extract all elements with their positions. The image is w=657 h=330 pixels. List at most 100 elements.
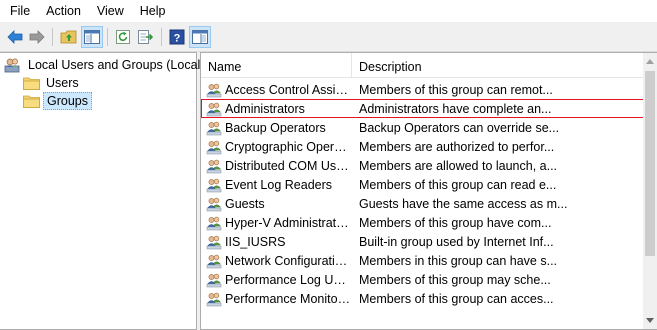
export-list-icon: [138, 30, 153, 44]
cell-name: Administrators: [201, 101, 352, 117]
table-row[interactable]: Administrators Administrators have comple…: [201, 99, 644, 118]
help-button[interactable]: ?: [166, 26, 188, 48]
group-icon: [206, 102, 222, 116]
toolbar: ?: [0, 22, 657, 52]
group-icon: [206, 254, 222, 268]
table-row[interactable]: Network Configuratio... Members in this g…: [201, 251, 644, 270]
table-row[interactable]: Guests Guests have the same access as m..…: [201, 194, 644, 213]
group-name: Cryptographic Operat...: [225, 139, 352, 154]
scroll-up-arrow[interactable]: [643, 53, 657, 70]
table-row[interactable]: Performance Log Users Members of this gro…: [201, 270, 644, 289]
export-list-button[interactable]: [134, 26, 156, 48]
cell-name: Event Log Readers: [201, 177, 352, 193]
table-row[interactable]: Distributed COM Users Members are allowed…: [201, 156, 644, 175]
table-row[interactable]: Access Control Assist... Members of this …: [201, 80, 644, 99]
table-row[interactable]: Hyper-V Administrators Members of this gr…: [201, 213, 644, 232]
cell-name: Backup Operators: [201, 120, 352, 136]
column-header-name[interactable]: Name: [201, 53, 352, 78]
list-header: Name Description: [201, 53, 644, 78]
back-button[interactable]: [4, 26, 26, 48]
group-description: Built-in group used by Internet Inf...: [359, 234, 554, 249]
back-icon: [7, 30, 23, 44]
cell-name: Network Configuratio...: [201, 253, 352, 269]
forward-button[interactable]: [26, 26, 48, 48]
group-description: Members of this group may sche...: [359, 272, 551, 287]
console-tree: Local Users and Groups (Local) Users Gro…: [0, 52, 204, 330]
up-one-level-button[interactable]: [58, 26, 80, 48]
vertical-scrollbar[interactable]: [643, 53, 657, 329]
scroll-down-arrow[interactable]: [643, 312, 657, 329]
show-action-pane-button[interactable]: [189, 26, 211, 48]
group-name: Performance Log Users: [225, 272, 352, 287]
forward-icon: [29, 30, 45, 44]
group-description: Members in this group can have s...: [359, 253, 558, 268]
cell-name: Distributed COM Users: [201, 158, 352, 174]
table-row[interactable]: Cryptographic Operat... Members are autho…: [201, 137, 644, 156]
menu-view[interactable]: View: [89, 0, 132, 22]
group-description: Members are authorized to perfor...: [359, 139, 555, 154]
cell-name: IIS_IUSRS: [201, 234, 352, 250]
group-icon: [206, 159, 222, 173]
group-description: Members of this group can read e...: [359, 177, 557, 192]
tree-item-groups[interactable]: Groups: [23, 92, 92, 110]
chevron-down-icon: [646, 318, 654, 323]
group-description: Administrators have complete an...: [359, 101, 552, 116]
tree-item-users[interactable]: Users: [23, 74, 82, 92]
folder-icon: [23, 77, 40, 90]
group-name: Guests: [225, 196, 265, 211]
menu-action[interactable]: Action: [38, 0, 89, 22]
groups-list-view: Name Description Access Control Assist..…: [200, 52, 657, 330]
svg-text:?: ?: [174, 33, 181, 45]
group-name: Administrators: [225, 101, 305, 116]
group-icon: [206, 197, 222, 211]
scroll-thumb[interactable]: [645, 71, 655, 256]
menu-file[interactable]: File: [0, 0, 38, 22]
users-snapin-icon: [4, 58, 20, 73]
group-icon: [206, 273, 222, 287]
table-row[interactable]: Event Log Readers Members of this group c…: [201, 175, 644, 194]
tree-root-label: Local Users and Groups (Local): [28, 58, 205, 72]
group-description: Members of this group can remot...: [359, 82, 553, 97]
group-description: Members of this group have com...: [359, 215, 552, 230]
table-row[interactable]: Performance Monitor ... Members of this g…: [201, 289, 644, 308]
up-folder-icon: [60, 30, 77, 44]
group-icon: [206, 121, 222, 135]
group-name: Performance Monitor ...: [225, 291, 352, 306]
toolbar-separator: [107, 28, 108, 46]
tree-root-local-users-and-groups[interactable]: Local Users and Groups (Local): [4, 56, 207, 74]
group-description: Guests have the same access as m...: [359, 196, 568, 211]
toolbar-separator: [52, 28, 53, 46]
cell-name: Access Control Assist...: [201, 82, 352, 98]
group-description: Members are allowed to launch, a...: [359, 158, 558, 173]
cell-name: Hyper-V Administrators: [201, 215, 352, 231]
help-icon: ?: [169, 29, 185, 45]
group-icon: [206, 292, 222, 306]
table-row[interactable]: Backup Operators Backup Operators can ove…: [201, 118, 644, 137]
group-name: Backup Operators: [225, 120, 326, 135]
group-name: Distributed COM Users: [225, 158, 352, 173]
list-rows: Access Control Assist... Members of this …: [201, 80, 644, 308]
show-hide-console-tree-button[interactable]: [81, 26, 103, 48]
cell-name: Performance Monitor ...: [201, 291, 352, 307]
group-icon: [206, 235, 222, 249]
folder-icon: [23, 95, 40, 108]
toolbar-separator: [161, 28, 162, 46]
show-hide-tree-icon: [84, 30, 100, 44]
group-icon: [206, 178, 222, 192]
group-name: Access Control Assist...: [225, 82, 352, 97]
column-header-description[interactable]: Description: [352, 53, 644, 78]
group-name: Event Log Readers: [225, 177, 333, 192]
tree-item-label: Groups: [43, 92, 92, 110]
group-description: Members of this group can acces...: [359, 291, 554, 306]
group-name: IIS_IUSRS: [225, 234, 286, 249]
group-name: Network Configuratio...: [225, 253, 352, 268]
tree-item-label: Users: [46, 76, 79, 90]
cell-name: Cryptographic Operat...: [201, 139, 352, 155]
menu-help[interactable]: Help: [132, 0, 174, 22]
group-icon: [206, 216, 222, 230]
refresh-button[interactable]: [112, 26, 134, 48]
group-icon: [206, 140, 222, 154]
chevron-up-icon: [646, 59, 654, 64]
cell-name: Performance Log Users: [201, 272, 352, 288]
table-row[interactable]: IIS_IUSRS Built-in group used by Internet…: [201, 232, 644, 251]
